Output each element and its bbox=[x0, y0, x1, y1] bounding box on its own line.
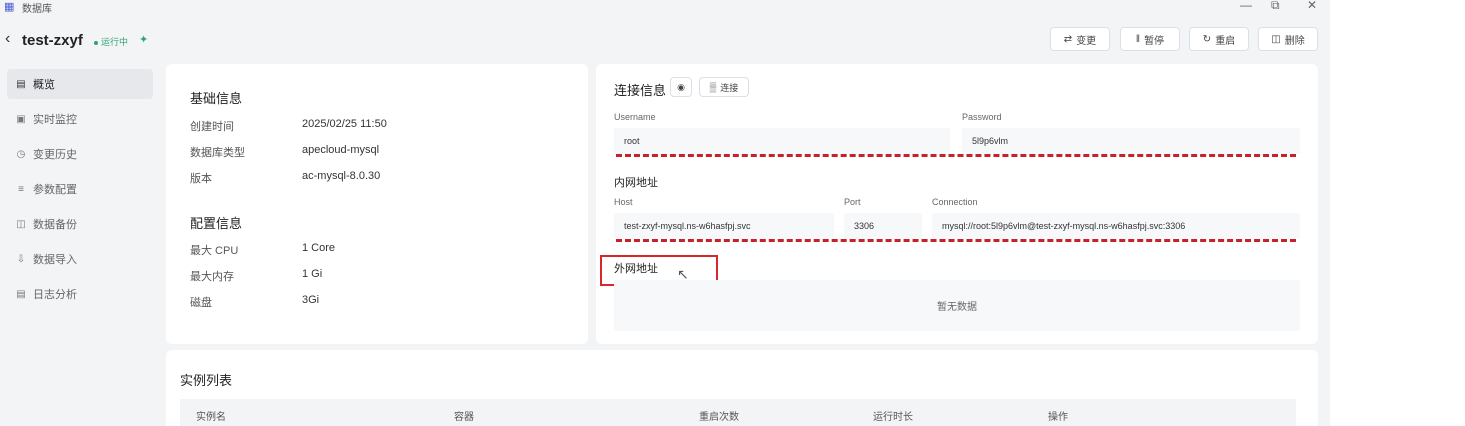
annotation-dashed-line bbox=[616, 239, 1296, 242]
restore-icon[interactable]: ⧉ bbox=[1271, 0, 1280, 13]
title-bar: ▦ 数据库 — ⧉ ✕ bbox=[0, 0, 1330, 15]
disk-label: 磁盘 bbox=[190, 297, 212, 309]
sidebar-item-settings[interactable]: ≡ 参数配置 bbox=[7, 174, 153, 204]
external-address-empty: 暂无数据 bbox=[614, 280, 1300, 331]
sidebar-item-import[interactable]: ⇩ 数据导入 bbox=[7, 244, 153, 274]
max-cpu-label: 最大 CPU bbox=[190, 245, 239, 257]
monitor-icon: ▣ bbox=[16, 113, 26, 125]
connect-button[interactable]: ▒ 连接 bbox=[699, 77, 749, 97]
db-type-value: apecloud-mysql bbox=[302, 144, 380, 156]
pause-icon: ‖ bbox=[1135, 33, 1141, 45]
basic-info-card: 基础信息 创建时间 2025/02/25 11:50 数据库类型 apeclou… bbox=[166, 64, 588, 344]
instances-card: 实例列表 bbox=[166, 350, 1318, 426]
connection-title: 连接信息 bbox=[614, 83, 667, 98]
username-label: Username bbox=[614, 112, 656, 122]
column-header-instance-name: 实例名 bbox=[196, 412, 226, 423]
connection-string-field[interactable]: mysql://root:5l9p6vlm@test-zxyf-mysql.ns… bbox=[932, 213, 1300, 239]
column-header-uptime: 运行时长 bbox=[873, 412, 913, 423]
basic-info-title: 基础信息 bbox=[190, 91, 243, 106]
minimize-icon[interactable]: — bbox=[1240, 0, 1252, 12]
max-memory-label: 最大内存 bbox=[190, 271, 234, 283]
sidebar-item-monitor[interactable]: ▣ 实时监控 bbox=[7, 104, 153, 134]
annotation-dashed-line bbox=[616, 154, 1296, 157]
sidebar-item-overview[interactable]: ▤ 概览 bbox=[7, 69, 153, 99]
page-header: ‹ test-zxyf 运行中 ✦ ⇄ 变更 ‖ 暂停 ↻ 重启 ◫ 删除 bbox=[0, 22, 1330, 58]
terminal-icon: ▒ bbox=[709, 82, 717, 92]
pause-button[interactable]: ‖ 暂停 bbox=[1120, 27, 1180, 51]
column-header-container: 容器 bbox=[454, 412, 474, 423]
restart-button[interactable]: ↻ 重启 bbox=[1189, 27, 1249, 51]
sparkle-icon[interactable]: ✦ bbox=[139, 33, 148, 46]
username-field[interactable]: root bbox=[614, 128, 950, 154]
log-icon: ▤ bbox=[16, 288, 26, 300]
settings-icon: ≡ bbox=[18, 183, 24, 195]
history-icon: ◷ bbox=[16, 148, 26, 160]
database-icon: ▦ bbox=[4, 1, 15, 13]
connection-string-label: Connection bbox=[932, 197, 978, 207]
close-icon[interactable]: ✕ bbox=[1307, 0, 1317, 12]
delete-button[interactable]: ◫ 删除 bbox=[1258, 27, 1318, 51]
status-badge: 运行中 bbox=[94, 35, 128, 48]
max-memory-value: 1 Gi bbox=[302, 268, 323, 280]
sidebar-item-logs[interactable]: ▤ 日志分析 bbox=[7, 279, 153, 309]
back-icon[interactable]: ‹ bbox=[5, 30, 10, 48]
backup-icon: ◫ bbox=[16, 218, 26, 230]
port-label: Port bbox=[844, 197, 861, 207]
config-info-title: 配置信息 bbox=[190, 216, 243, 231]
version-value: ac-mysql-8.0.30 bbox=[302, 170, 381, 182]
sidebar-item-history[interactable]: ◷ 变更历史 bbox=[7, 139, 153, 169]
created-time-label: 创建时间 bbox=[190, 121, 234, 133]
change-button[interactable]: ⇄ 变更 bbox=[1050, 27, 1110, 51]
app-window: ▦ 数据库 — ⧉ ✕ ‹ test-zxyf 运行中 ✦ ⇄ 变更 ‖ 暂停 … bbox=[0, 0, 1330, 426]
instances-title: 实例列表 bbox=[180, 373, 233, 388]
import-icon: ⇩ bbox=[16, 253, 26, 265]
trash-icon: ◫ bbox=[1271, 33, 1281, 45]
max-cpu-value: 1 Core bbox=[302, 242, 336, 254]
refresh-icon: ↻ bbox=[1202, 33, 1212, 45]
internal-address-title: 内网地址 bbox=[614, 177, 658, 189]
host-field[interactable]: test-zxyf-mysql.ns-w6hasfpj.svc bbox=[614, 213, 834, 239]
port-field[interactable]: 3306 bbox=[844, 213, 922, 239]
disk-value: 3Gi bbox=[302, 294, 320, 306]
password-field[interactable]: 5l9p6vlm bbox=[962, 128, 1300, 154]
version-label: 版本 bbox=[190, 173, 212, 185]
window-title: 数据库 bbox=[22, 4, 52, 15]
eye-icon: ◉ bbox=[677, 81, 685, 92]
show-password-button[interactable]: ◉ bbox=[670, 77, 692, 97]
database-name: test-zxyf bbox=[22, 32, 83, 49]
swap-icon: ⇄ bbox=[1063, 33, 1073, 45]
created-time-value: 2025/02/25 11:50 bbox=[302, 118, 387, 130]
password-label: Password bbox=[962, 112, 1002, 122]
connection-card: 连接信息 ◉ ▒ 连接 Username root Password 5l9p6… bbox=[596, 64, 1318, 344]
host-label: Host bbox=[614, 197, 633, 207]
column-header-actions: 操作 bbox=[1048, 412, 1068, 423]
column-header-restarts: 重启次数 bbox=[699, 412, 739, 423]
sidebar-item-backup[interactable]: ◫ 数据备份 bbox=[7, 209, 153, 239]
overview-icon: ▤ bbox=[16, 78, 26, 90]
db-type-label: 数据库类型 bbox=[190, 147, 245, 159]
